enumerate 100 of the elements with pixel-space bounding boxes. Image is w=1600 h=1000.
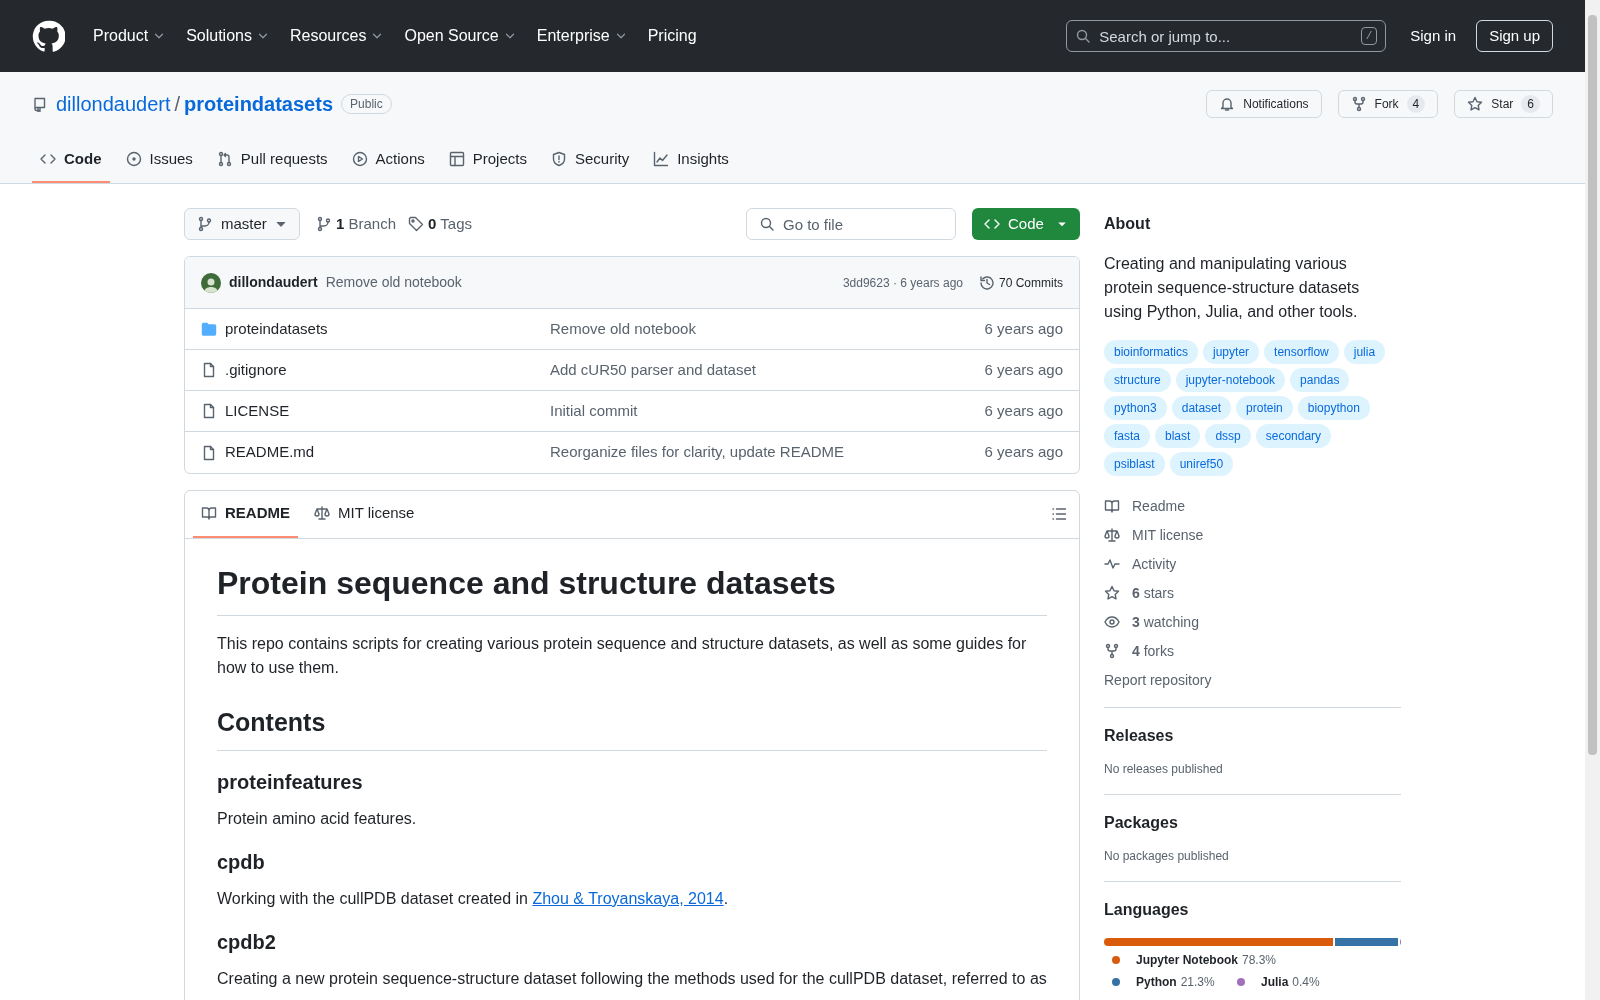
report-link[interactable]: Report repository: [1104, 670, 1401, 691]
sidebar-link[interactable]: MIT license: [1104, 525, 1401, 545]
repo-tab[interactable]: Security: [542, 137, 638, 183]
file-name-link[interactable]: .gitignore: [225, 358, 550, 382]
nav-menu-item[interactable]: Pricing: [639, 20, 705, 52]
readme-tab[interactable]: README: [193, 490, 298, 538]
commit-message-link[interactable]: Reorganize files for clarity, update README: [550, 441, 985, 464]
fork-icon: [1104, 643, 1120, 659]
notifications-button[interactable]: Notifications: [1206, 90, 1322, 118]
fork-button[interactable]: Fork 4: [1337, 90, 1439, 118]
commits-link[interactable]: 70 Commits: [979, 273, 1063, 292]
bell-icon: [1219, 96, 1236, 112]
repo-tab[interactable]: Actions: [343, 137, 433, 183]
nav-menu-item[interactable]: Product: [85, 20, 175, 52]
branch-icon: [197, 216, 213, 232]
table-icon: [448, 151, 465, 167]
commit-message-link[interactable]: Remove old notebook: [550, 317, 985, 341]
readme-heading: Protein sequence and structure datasets: [217, 559, 1047, 616]
topic-tag[interactable]: structure: [1104, 368, 1171, 392]
topic-tag[interactable]: tensorflow: [1264, 340, 1339, 364]
sidebar-link[interactable]: 4 forks: [1104, 641, 1401, 661]
topic-tag[interactable]: pandas: [1290, 368, 1350, 392]
topic-tag[interactable]: secondary: [1255, 424, 1332, 448]
go-to-file-field[interactable]: Go to file: [783, 209, 943, 239]
sign-up-button[interactable]: Sign up: [1476, 20, 1553, 52]
nav-menu-item[interactable]: Resources: [281, 20, 393, 52]
empty-note: No releases published: [1104, 761, 1224, 778]
commit-message-link[interactable]: Add cUR50 parser and dataset: [550, 358, 985, 382]
nav-menu-item[interactable]: Enterprise: [528, 20, 636, 52]
topic-tag[interactable]: python3: [1104, 396, 1167, 420]
sign-in-link[interactable]: Sign in: [1410, 24, 1457, 48]
readme-paragraph: Working with the cullPDB dataset created in Zhou & Troyanskaya, 2014.: [217, 888, 730, 909]
star-icon: [1104, 585, 1120, 601]
file-time: 6 years ago: [984, 442, 1063, 463]
section-title: About: [1104, 214, 1152, 234]
readme-paragraph: Creating a new protein sequence-structure dataset following the methods used for the cullPDB dataset, referred to as: [217, 968, 1047, 989]
language-percent: 78.3%: [1242, 952, 1277, 969]
language-name: Jupyter Notebook: [1136, 952, 1238, 969]
sidebar-link[interactable]: Activity: [1104, 554, 1401, 574]
search-field[interactable]: Search or jump to...: [1099, 21, 1353, 51]
repo-tab[interactable]: Code: [32, 137, 110, 183]
commit-message-link[interactable]: Initial commit: [550, 399, 985, 423]
language-percent: 21.3%: [1180, 974, 1215, 991]
empty-note: No packages published: [1104, 848, 1230, 865]
scale-icon: [314, 505, 330, 521]
go-to-file-box[interactable]: Go to file: [746, 208, 956, 240]
citation-link[interactable]: Zhou & Troyanskaya, 2014: [532, 889, 724, 907]
branch-select-button[interactable]: master: [184, 208, 300, 240]
list-icon: [1051, 506, 1067, 522]
book-icon: [201, 505, 217, 521]
commit-author-link[interactable]: dillondaudert: [229, 272, 318, 293]
nav-menu-item[interactable]: Open Source: [396, 20, 525, 52]
tags-link[interactable]: 0 Tags: [408, 212, 472, 236]
history-icon: [979, 274, 995, 291]
file-name-link[interactable]: LICENSE: [225, 399, 550, 423]
topic-tag[interactable]: blast: [1155, 424, 1201, 448]
repo-tab[interactable]: Insights: [645, 137, 737, 183]
topic-tag[interactable]: uniref50: [1169, 452, 1234, 476]
sidebar-link[interactable]: Readme: [1104, 496, 1401, 516]
play-icon: [351, 151, 368, 167]
topic-tag[interactable]: fasta: [1104, 424, 1150, 448]
topic-tag[interactable]: dataset: [1171, 396, 1232, 420]
scrollbar[interactable]: [1585, 0, 1600, 1000]
topic-tag[interactable]: jupyter-notebook: [1175, 368, 1286, 392]
topic-tag[interactable]: biopython: [1297, 396, 1370, 420]
repo-tab[interactable]: Issues: [117, 137, 201, 183]
readme-heading: Contents: [217, 704, 1047, 751]
branches-link[interactable]: 1 Branch: [316, 212, 397, 236]
topic-tag[interactable]: jupyter: [1203, 340, 1260, 364]
shortcut-key: /: [1360, 26, 1378, 46]
sidebar-link[interactable]: 6 stars: [1104, 583, 1401, 603]
file-icon: [201, 403, 217, 419]
repo-tab[interactable]: Pull requests: [208, 137, 336, 183]
code-button[interactable]: Code: [972, 208, 1080, 240]
readme-tab[interactable]: MIT license: [306, 490, 423, 538]
file-name-link[interactable]: proteindatasets: [225, 317, 550, 341]
topic-tag[interactable]: dssp: [1205, 424, 1251, 448]
section-title: Releases: [1104, 726, 1175, 746]
repo-tab[interactable]: Projects: [440, 137, 535, 183]
owner-link[interactable]: dillondaudert: [56, 89, 171, 119]
graph-icon: [653, 151, 670, 167]
topic-tag[interactable]: psiblast: [1104, 452, 1165, 476]
nav-menu-item[interactable]: Solutions: [178, 20, 278, 52]
search-box[interactable]: Search or jump to... /: [1066, 20, 1387, 52]
folder-icon: [201, 321, 217, 337]
branch-icon: [316, 216, 332, 232]
star-button[interactable]: Star 6: [1454, 90, 1553, 118]
repo-description: Creating and manipulating various protein sequence-structure datasets using Python, Julia, and other tools.: [1104, 254, 1361, 322]
topic-tag[interactable]: bioinformatics: [1104, 340, 1199, 364]
topic-tag[interactable]: protein: [1236, 396, 1293, 420]
file-time: 6 years ago: [984, 359, 1063, 380]
file-time: 6 years ago: [984, 400, 1063, 421]
logo-icon: [32, 19, 65, 53]
file-name-link[interactable]: README.md: [225, 441, 550, 464]
commit-message-link[interactable]: Remove old notebook: [325, 272, 462, 293]
shield-icon: [550, 151, 567, 167]
topic-tag[interactable]: julia: [1343, 340, 1386, 364]
repo-name-link[interactable]: proteindatasets: [184, 89, 334, 119]
sidebar-link[interactable]: 3 watching: [1104, 612, 1401, 632]
language-name: Julia: [1261, 974, 1289, 991]
